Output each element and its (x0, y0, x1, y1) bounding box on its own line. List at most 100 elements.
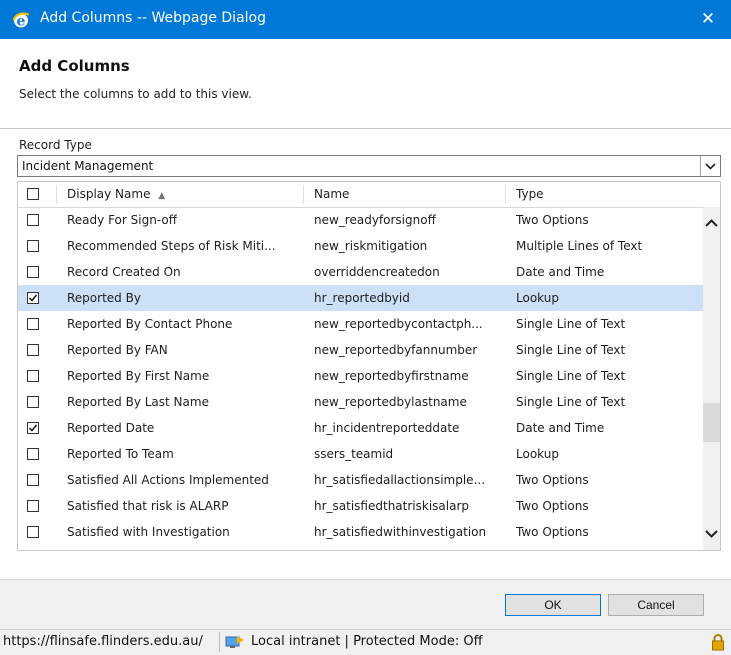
row-schema-name: new_reportedbycontactph... (314, 317, 483, 331)
row-checkbox[interactable] (27, 474, 39, 486)
table-row[interactable]: Reported By First Name new_reportedbyfirs… (18, 363, 704, 389)
dialog-subtitle: Select the columns to add to this view. (19, 87, 252, 101)
row-type: Date and Time (516, 421, 605, 435)
row-display-name: Reported By Last Name (67, 395, 209, 409)
record-type-value: Incident Management (22, 159, 154, 173)
close-icon[interactable]: ✕ (685, 0, 731, 39)
table-row[interactable]: Ready For Sign-off new_readyforsignoff Two… (18, 207, 704, 233)
table-row[interactable]: Reported By hr_reportedbyid Lookup (18, 285, 704, 311)
row-schema-name: hr_incidentreporteddate (314, 421, 460, 435)
table-row[interactable]: Reported Date hr_incidentreporteddate Date… (18, 415, 704, 441)
row-display-name: Record Created On (67, 265, 181, 279)
row-display-name: Reported By First Name (67, 369, 210, 383)
row-display-name: Reported By (67, 291, 141, 305)
row-display-name: Satisfied that risk is ALARP (67, 499, 229, 513)
row-schema-name: new_reportedbyfirstname (314, 369, 469, 383)
row-type: Single Line of Text (516, 343, 626, 357)
chevron-down-icon[interactable] (700, 156, 720, 176)
row-display-name: Ready For Sign-off (67, 213, 177, 227)
row-schema-name: new_reportedbyfannumber (314, 343, 478, 357)
chevron-down-icon[interactable] (703, 520, 720, 550)
row-schema-name: new_reportedbylastname (314, 395, 467, 409)
row-checkbox[interactable] (27, 214, 39, 226)
row-display-name: Reported Date (67, 421, 155, 435)
chevron-up-icon[interactable] (703, 207, 720, 237)
row-display-name: Reported By Contact Phone (67, 317, 233, 331)
column-separator (505, 185, 506, 204)
row-checkbox[interactable] (27, 318, 39, 330)
row-checkbox[interactable] (27, 370, 39, 382)
row-schema-name: ssers_teamid (314, 447, 394, 461)
cancel-button[interactable]: Cancel (608, 594, 704, 616)
vertical-scrollbar[interactable] (703, 207, 720, 550)
row-display-name: Reported By FAN (67, 343, 168, 357)
table-row[interactable]: Reported By Contact Phone new_reportedbyc… (18, 311, 704, 337)
table-row[interactable]: Satisfied All Actions Implemented hr_sati… (18, 467, 704, 493)
status-url: https://flinsafe.flinders.edu.au/ (3, 634, 203, 649)
row-schema-name: hr_satisfiedallactionsimple... (314, 473, 486, 487)
row-display-name: Satisfied All Actions Implemented (67, 473, 269, 487)
table-row[interactable]: Reported By FAN new_reportedbyfannumber Si… (18, 337, 704, 363)
row-type: Lookup (516, 291, 559, 305)
table-row[interactable]: Reported To Team ssers_teamid Lookup (18, 441, 704, 467)
column-header-name[interactable]: Name (314, 182, 349, 207)
row-type: Multiple Lines of Text (516, 239, 643, 253)
row-checkbox[interactable] (27, 448, 39, 460)
column-header-type[interactable]: Type (516, 182, 544, 207)
row-type: Two Options (516, 525, 589, 539)
row-type: Single Line of Text (516, 369, 626, 383)
row-type: Two Options (516, 473, 589, 487)
row-checkbox[interactable] (27, 240, 39, 252)
sort-ascending-icon: ▲ (158, 191, 166, 201)
row-schema-name: hr_satisfiedthatriskisalarp (314, 499, 470, 513)
row-type: Two Options (516, 499, 589, 513)
row-checkbox[interactable] (27, 526, 39, 538)
row-schema-name: new_riskmitigation (314, 239, 428, 253)
row-checkbox[interactable] (27, 292, 39, 304)
ie-logo-icon: e (12, 11, 30, 30)
row-checkbox[interactable] (27, 500, 39, 512)
table-row[interactable]: Recommended Steps of Risk Miti... new_ris… (18, 233, 704, 259)
row-display-name: Recommended Steps of Risk Miti... (67, 239, 276, 253)
table-row[interactable]: Reported By Last Name new_reportedbylastn… (18, 389, 704, 415)
record-type-select[interactable]: Incident Management (17, 155, 721, 177)
dialog-header: Add Columns Select the columns to add to… (0, 39, 731, 129)
dialog-footer: OK Cancel (0, 579, 731, 630)
columns-grid: Display Name ▲ Name Type Ready For Sign-… (17, 181, 721, 551)
status-divider (219, 632, 220, 652)
column-separator (303, 185, 304, 204)
column-header-label: Display Name (67, 187, 151, 201)
window-title: Add Columns -- Webpage Dialog (40, 10, 266, 26)
lock-icon (711, 633, 725, 651)
dialog-title: Add Columns (19, 57, 130, 75)
row-checkbox[interactable] (27, 266, 39, 278)
status-bar: https://flinsafe.flinders.edu.au/ Local … (0, 629, 731, 654)
table-row[interactable]: Record Created On overriddencreatedon Date… (18, 259, 704, 285)
select-all-checkbox[interactable] (27, 188, 39, 200)
row-display-name: Reported To Team (67, 447, 174, 461)
row-checkbox[interactable] (27, 344, 39, 356)
row-type: Two Options (516, 213, 589, 227)
row-schema-name: hr_reportedbyid (314, 291, 410, 305)
table-row[interactable]: Satisfied that risk is ALARP hr_satisfied… (18, 493, 704, 519)
row-schema-name: new_readyforsignoff (314, 213, 436, 227)
scrollbar-thumb[interactable] (703, 403, 720, 442)
row-checkbox[interactable] (27, 422, 39, 434)
security-zone: Local intranet | Protected Mode: Off (251, 634, 483, 649)
column-separator (56, 185, 57, 204)
local-intranet-icon (224, 634, 246, 650)
row-checkbox[interactable] (27, 396, 39, 408)
row-display-name: Satisfied with Investigation (67, 525, 230, 539)
title-bar: e Add Columns -- Webpage Dialog ✕ (0, 0, 731, 39)
record-type-label: Record Type (19, 138, 92, 152)
row-schema-name: overriddencreatedon (314, 265, 440, 279)
table-row[interactable]: Satisfied with Investigation hr_satisfied… (18, 519, 704, 545)
ok-button[interactable]: OK (505, 594, 601, 616)
dialog-content: Record Type Incident Management Display … (0, 129, 731, 579)
grid-header: Display Name ▲ Name Type (18, 182, 704, 208)
row-type: Lookup (516, 447, 559, 461)
row-type: Single Line of Text (516, 395, 626, 409)
row-schema-name: hr_satisfiedwithinvestigation (314, 525, 487, 539)
row-type: Date and Time (516, 265, 605, 279)
column-header-display-name[interactable]: Display Name ▲ (67, 182, 165, 207)
